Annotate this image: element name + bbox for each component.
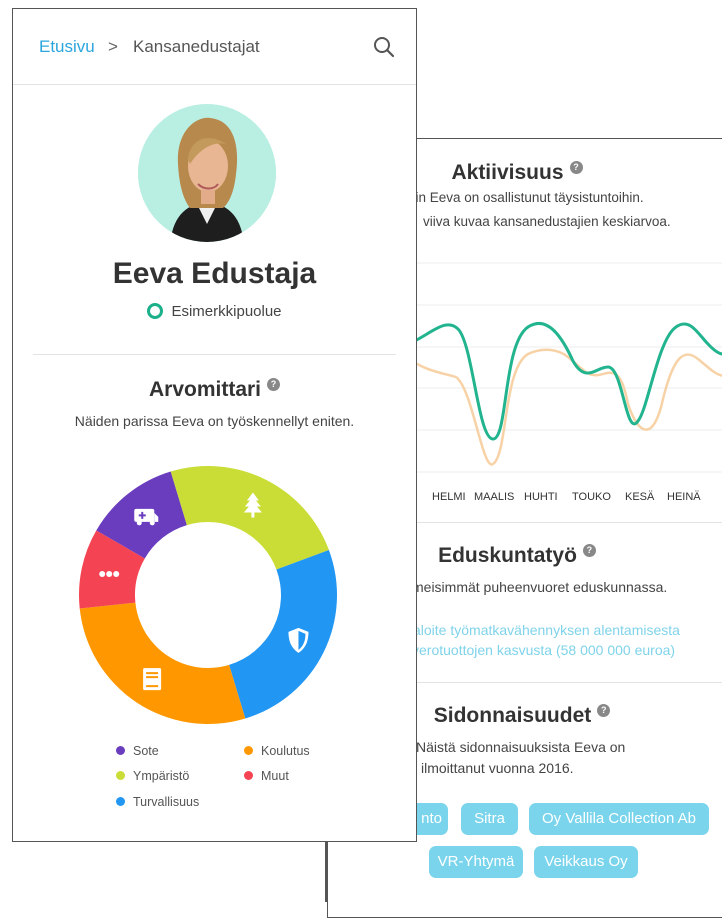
legend-item-muut: Muut (244, 769, 289, 783)
divider (33, 354, 396, 355)
legend-item-sote: Sote (116, 744, 159, 758)
breadcrumb-home-link[interactable]: Etusivu (39, 37, 95, 57)
top-navigation: Etusivu > Kansanedustajat (13, 9, 416, 85)
help-icon[interactable]: ? (582, 544, 596, 557)
month-label: HELMI (432, 491, 466, 503)
legend-dot (244, 771, 253, 780)
speech-link[interactable]: verotuottojen kasvusta (58 000 000 euroa… (412, 642, 675, 658)
party-icon (147, 303, 164, 319)
month-label: KESÄ (625, 491, 655, 503)
avatar (138, 104, 276, 242)
affiliation-chip[interactable]: Sitra (461, 803, 518, 835)
month-label: MAALIS (474, 491, 515, 503)
breadcrumb-separator: > (108, 37, 118, 56)
affiliation-chip[interactable]: Oy Vallila Collection Ab (529, 803, 709, 835)
legend-dot (116, 797, 125, 806)
affiliation-chip[interactable]: VR-Yhtymä (429, 846, 523, 878)
more-icon (99, 571, 120, 578)
help-icon[interactable]: ? (267, 378, 281, 391)
speech-link[interactable]: aloite työmatkavähennyksen alentamisesta (413, 622, 680, 638)
month-label: HEINÄ (667, 491, 701, 503)
parliament-work-subtitle: meisimmät puheenvuoret eduskunnassa. (412, 579, 668, 595)
donut-segment-koulutus[interactable] (79, 602, 246, 724)
help-icon[interactable]: ? (569, 161, 583, 174)
activity-description-line1: ein Eeva on osallistunut täysistuntoihin… (408, 190, 644, 205)
portrait-image (138, 104, 276, 242)
front-phone-screen: Etusivu > Kansanedustajat Eeva Edustaja … (12, 8, 417, 842)
search-icon[interactable] (372, 35, 396, 59)
book-icon (143, 668, 162, 691)
activity-description-line2: viiva kuvaa kansanedustajien keskiarvoa. (423, 214, 671, 229)
donut-segment-turvallisuus[interactable] (229, 550, 337, 719)
legend-item-ymparisto: Ympäristö (116, 769, 189, 783)
help-icon[interactable]: ? (597, 704, 611, 717)
profile-name: Eeva Edustaja (112, 257, 317, 290)
party-label: Esimerkkipuolue (13, 303, 416, 320)
legend-item-turvallisuus: Turvallisuus (116, 795, 199, 809)
month-label: HUHTI (524, 491, 558, 503)
value-meter-subtitle: Näiden parissa Eeva on työskennellyt eni… (74, 413, 355, 429)
breadcrumb-current: Kansanedustajat (133, 37, 260, 56)
legend-dot (116, 746, 125, 755)
affiliation-chip[interactable]: Veikkaus Oy (534, 846, 638, 878)
affiliations-description-line1: Näistä sidonnaisuuksista Eeva on (416, 739, 626, 755)
month-label: TOUKO (572, 491, 611, 503)
donut-segment-ympäristö[interactable] (170, 466, 329, 570)
frame-edge-line (325, 842, 327, 902)
legend-dot (116, 771, 125, 780)
legend-item-koulutus: Koulutus (244, 744, 310, 758)
value-meter-title: Arvomittari? (13, 378, 416, 402)
affiliations-description-line2: ilmoittanut vuonna 2016. (421, 760, 574, 776)
party-name: Esimerkkipuolue (171, 303, 282, 320)
value-meter-donut-chart (78, 466, 337, 724)
legend-dot (244, 746, 253, 755)
